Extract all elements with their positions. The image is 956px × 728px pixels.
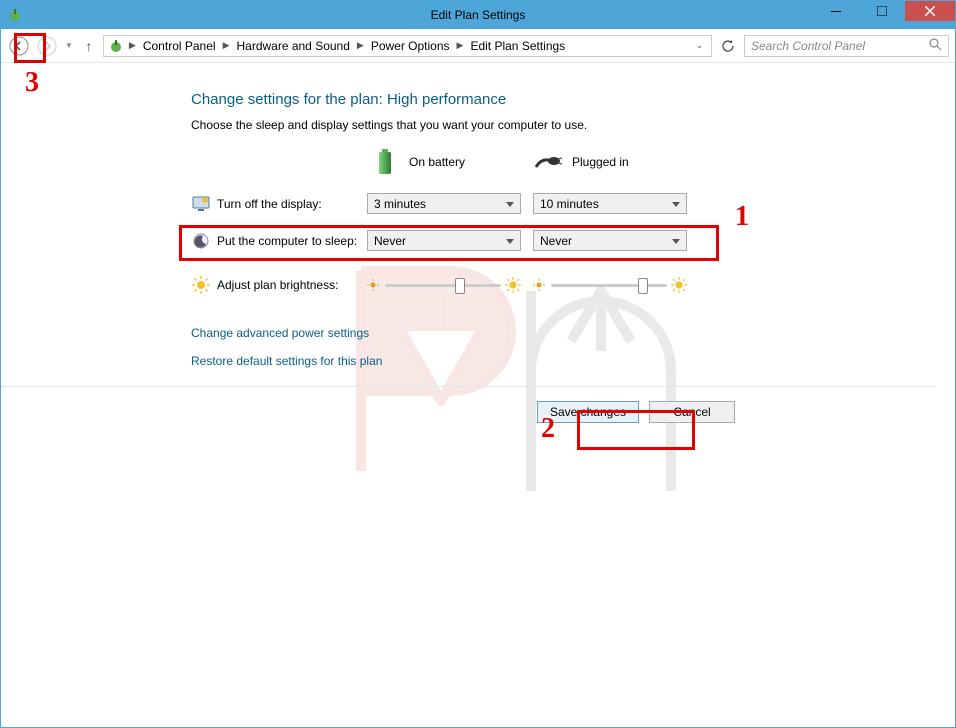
nav-bar: ▼ ↑ ▶ Control Panel ▶ Hardware and Sound… [1, 29, 955, 63]
advanced-settings-link[interactable]: Change advanced power settings [191, 326, 935, 340]
back-button[interactable] [7, 34, 31, 58]
row-turn-off-display: Turn off the display: 3 minutes 10 minut… [191, 190, 935, 217]
sleep-battery-select[interactable]: Never [367, 230, 521, 251]
crumb-hardware-sound[interactable]: Hardware and Sound [234, 39, 351, 53]
chevron-right-icon[interactable]: ▶ [354, 40, 367, 51]
sun-max-icon [671, 277, 687, 293]
minimize-button[interactable] [813, 1, 859, 21]
row-sleep: Put the computer to sleep: Never Never [191, 227, 935, 254]
search-placeholder: Search Control Panel [751, 39, 929, 53]
sleep-icon [191, 231, 211, 251]
chevron-right-icon[interactable]: ▶ [220, 40, 233, 51]
brightness-label: Adjust plan brightness: [217, 278, 367, 292]
page-subheading: Choose the sleep and display settings th… [191, 118, 935, 132]
row-brightness: Adjust plan brightness: [191, 272, 935, 298]
battery-icon [371, 148, 399, 176]
window-titlebar: Edit Plan Settings [1, 1, 955, 29]
restore-defaults-link[interactable]: Restore default settings for this plan [191, 354, 935, 368]
crumb-edit-plan[interactable]: Edit Plan Settings [468, 39, 567, 53]
refresh-button[interactable] [716, 35, 740, 57]
brightness-icon [191, 275, 211, 295]
sun-min-icon [367, 278, 381, 292]
maximize-button[interactable] [859, 1, 905, 21]
crumb-control-panel[interactable]: Control Panel [141, 39, 218, 53]
recent-dropdown-icon[interactable]: ▼ [63, 41, 75, 50]
cancel-button[interactable]: Cancel [649, 401, 735, 423]
display-battery-select[interactable]: 3 minutes [367, 193, 521, 214]
chevron-right-icon[interactable]: ▶ [126, 40, 139, 51]
power-plan-icon [108, 38, 124, 54]
sun-min-icon [533, 278, 547, 292]
plugged-in-label: Plugged in [572, 155, 629, 169]
close-button[interactable] [905, 1, 955, 21]
turn-off-display-label: Turn off the display: [217, 197, 367, 211]
save-changes-button[interactable]: Save changes [537, 401, 639, 423]
chevron-right-icon[interactable]: ▶ [454, 40, 467, 51]
brightness-plugged-slider[interactable] [551, 284, 667, 287]
search-input[interactable]: Search Control Panel [744, 35, 949, 57]
display-plugged-select[interactable]: 10 minutes [533, 193, 687, 214]
crumb-power-options[interactable]: Power Options [369, 39, 452, 53]
sleep-label: Put the computer to sleep: [217, 234, 367, 248]
address-bar[interactable]: ▶ Control Panel ▶ Hardware and Sound ▶ P… [103, 35, 712, 57]
display-icon [191, 194, 211, 214]
plug-icon [534, 148, 562, 176]
page-heading: Change settings for the plan: High perfo… [191, 91, 935, 108]
brightness-battery-slider[interactable] [385, 284, 501, 287]
window-title: Edit Plan Settings [431, 8, 526, 22]
main-content: Change settings for the plan: High perfo… [1, 63, 955, 423]
up-button[interactable]: ↑ [79, 38, 99, 54]
forward-button[interactable] [35, 34, 59, 58]
sleep-plugged-select[interactable]: Never [533, 230, 687, 251]
on-battery-label: On battery [409, 155, 465, 169]
search-icon [929, 38, 942, 54]
address-dropdown-icon[interactable]: ⌄ [694, 41, 707, 50]
app-icon [7, 7, 23, 23]
sun-max-icon [505, 277, 521, 293]
